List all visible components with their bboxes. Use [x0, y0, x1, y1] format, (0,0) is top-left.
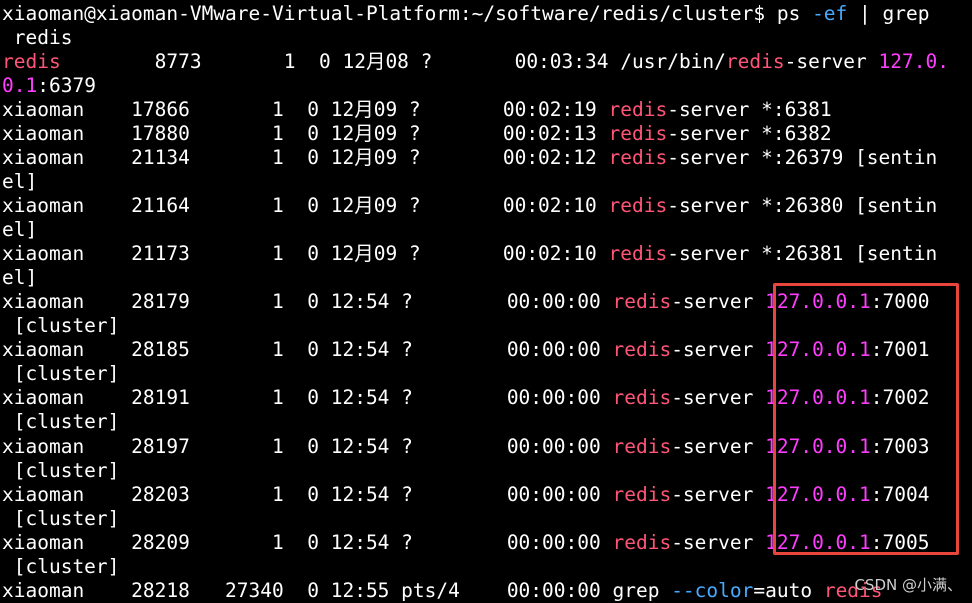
process-row-wrap: el]	[2, 218, 38, 241]
cluster-node-row-wrap: [cluster]	[2, 459, 120, 482]
match-highlight: redis	[608, 194, 668, 217]
command-prompt-wrap: redis	[2, 26, 73, 50]
process-row: xiaoman 17866 1 0 12月09 ? 00:02:19 redis…	[2, 98, 832, 121]
match-highlight: redis	[725, 50, 785, 73]
pipe-grep: | grep	[847, 2, 930, 25]
process-row: xiaoman 17880 1 0 12月09 ? 00:02:13 redis…	[2, 122, 832, 145]
match-highlight: redis	[612, 290, 672, 313]
match-highlight: redis	[608, 98, 668, 121]
grep-color-flag: --color	[671, 579, 754, 602]
ip-highlight: 127.0.	[878, 50, 949, 73]
process-row: redis 8773 1 0 12月08 ? 00:03:34 /usr/bin…	[2, 50, 949, 73]
process-row-wrap: el]	[2, 266, 38, 289]
process-row: xiaoman 21134 1 0 12月09 ? 00:02:12 redis…	[2, 146, 938, 169]
match-highlight: redis	[612, 483, 672, 506]
match-highlight: redis	[612, 435, 672, 458]
match-highlight: redis	[608, 146, 668, 169]
match-highlight: redis	[612, 386, 672, 409]
match-highlight: redis	[608, 122, 668, 145]
process-row: xiaoman 21173 1 0 12月09 ? 00:02:10 redis…	[2, 242, 938, 265]
annotation-highlight-box	[773, 283, 959, 555]
prompt-continuation: redis	[2, 26, 73, 49]
ip-highlight: 0.1	[2, 74, 38, 97]
cluster-node-row-wrap: [cluster]	[2, 362, 120, 385]
terminal-window[interactable]: xiaoman@xiaoman-VMware-Virtual-Platform:…	[0, 0, 972, 603]
process-row-wrap: el]	[2, 170, 38, 193]
grep-process-row: xiaoman 28218 27340 0 12:55 pts/4 00:00:…	[2, 579, 883, 602]
process-row-wrap: 0.1:6379	[2, 74, 96, 97]
user-redis: redis	[2, 50, 61, 73]
command-prompt-line: xiaoman@xiaoman-VMware-Virtual-Platform:…	[2, 2, 929, 26]
csdn-watermark: CSDN @小满、	[854, 576, 962, 594]
process-row: xiaoman 21164 1 0 12月09 ? 00:02:10 redis…	[2, 194, 938, 217]
cluster-node-row-wrap: [cluster]	[2, 314, 120, 337]
cluster-node-row-wrap: [cluster]	[2, 507, 120, 530]
cluster-node-row-wrap: [cluster]	[2, 410, 120, 433]
match-highlight: redis	[608, 242, 668, 265]
prompt-text: xiaoman@xiaoman-VMware-Virtual-Platform:…	[2, 2, 813, 25]
match-highlight: redis	[612, 531, 672, 554]
match-highlight: redis	[612, 338, 672, 361]
ps-flag: -ef	[812, 2, 848, 25]
cluster-node-row-wrap: [cluster]	[2, 555, 120, 578]
